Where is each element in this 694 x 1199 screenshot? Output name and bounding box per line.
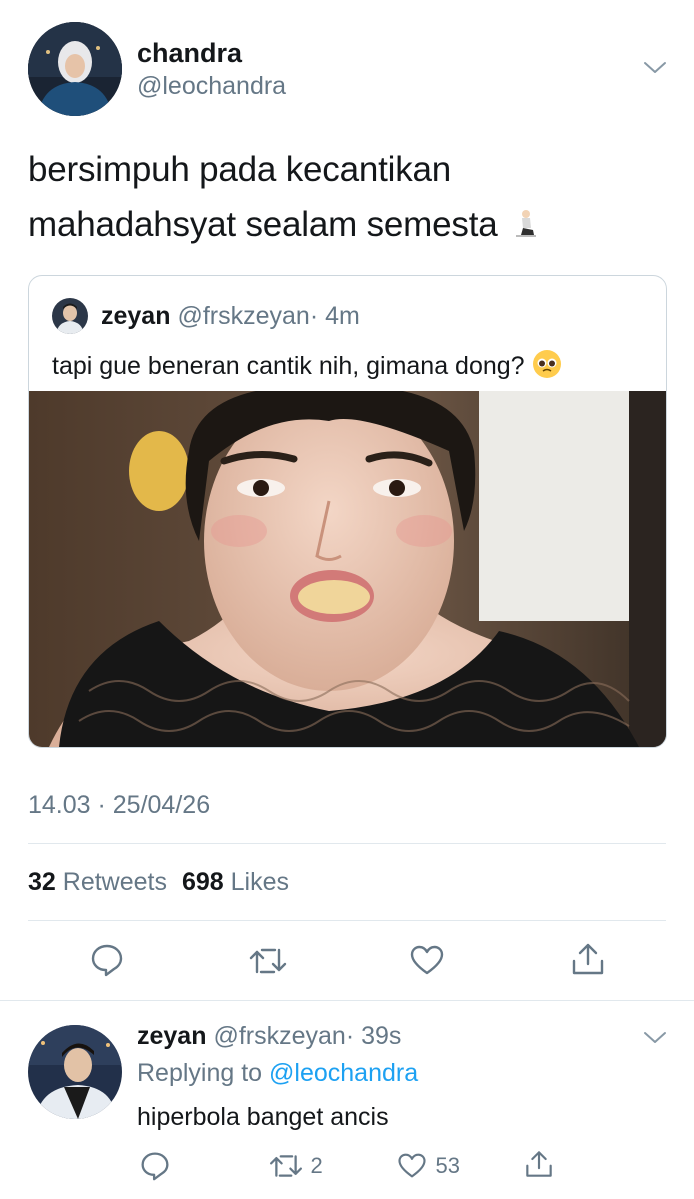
pleading-face-icon <box>532 349 562 386</box>
likes-count: 698 <box>181 868 224 896</box>
quoted-time: · 4m <box>309 302 360 330</box>
quoted-author-avatar <box>52 298 88 334</box>
reply-reply-icon[interactable] <box>140 1151 170 1181</box>
divider-bottom <box>28 920 666 921</box>
reply-like-icon <box>397 1152 427 1179</box>
reply-retweet-icon <box>268 1152 304 1180</box>
retweets-label: Retweets <box>62 868 167 896</box>
tweet-text-line2: mahadahsyat sealam semesta <box>28 205 498 244</box>
reply-like-count: 53 <box>435 1152 460 1178</box>
quoted-text-wrap: tapi gue beneran cantik nih, gimana dong… <box>52 349 562 386</box>
author-handle[interactable]: @leochandra <box>137 72 286 101</box>
reply-text: hiperbola banget ancis <box>137 1103 389 1131</box>
reply-chevron-down-icon[interactable] <box>643 1030 667 1046</box>
retweets-stat[interactable]: 32 Retweets <box>28 868 174 896</box>
divider-top <box>28 843 666 844</box>
quoted-photo[interactable] <box>29 385 666 747</box>
tweet-timestamp[interactable]: 14.03 · 25/04/26 <box>28 791 210 820</box>
author-name[interactable]: chandra <box>137 38 242 69</box>
quoted-tweet-card[interactable]: zeyan @frskzeyan· 4m tapi gue beneran ca… <box>28 275 667 748</box>
reply-author-avatar[interactable] <box>28 1025 122 1119</box>
retweet-icon[interactable] <box>248 945 288 977</box>
reply-icon[interactable] <box>90 943 124 977</box>
retweets-count: 32 <box>28 868 56 896</box>
quoted-author-name[interactable]: zeyan <box>101 302 170 330</box>
share-icon[interactable] <box>570 941 606 977</box>
replying-to-handle[interactable]: @leochandra <box>269 1059 418 1087</box>
reply-share-icon[interactable] <box>524 1149 554 1179</box>
tweet-text-line2-wrap: mahadahsyat sealam semesta <box>28 205 539 247</box>
quoted-text: tapi gue beneran cantik nih, gimana dong… <box>52 352 525 380</box>
chevron-down-icon[interactable] <box>643 60 667 76</box>
kneeling-person-icon <box>513 207 539 247</box>
replying-to-prefix: Replying to <box>137 1059 263 1087</box>
tweet-text-line1: bersimpuh pada kecantikan <box>28 150 452 189</box>
quoted-header: zeyan @frskzeyan· 4m <box>101 302 360 331</box>
reply-retweet-button[interactable]: 2 <box>268 1152 323 1182</box>
tweet-stats: 32 Retweets 698 Likes <box>28 868 289 897</box>
likes-stat[interactable]: 698 Likes <box>182 868 289 896</box>
replying-to-line: Replying to @leochandra <box>137 1059 418 1088</box>
reply-time: · 39s <box>345 1022 402 1050</box>
quoted-author-handle[interactable]: @frskzeyan <box>177 302 309 330</box>
author-avatar[interactable] <box>28 22 122 116</box>
reply-author-name[interactable]: zeyan <box>137 1022 206 1050</box>
reply-retweet-count: 2 <box>310 1153 323 1178</box>
reply-author-handle[interactable]: @frskzeyan <box>213 1022 345 1050</box>
thread-separator <box>0 1000 694 1001</box>
like-icon[interactable] <box>409 944 445 976</box>
reply-like-button[interactable]: 53 <box>397 1152 460 1182</box>
reply-header: zeyan @frskzeyan· 39s <box>137 1022 401 1051</box>
likes-label: Likes <box>230 868 289 896</box>
